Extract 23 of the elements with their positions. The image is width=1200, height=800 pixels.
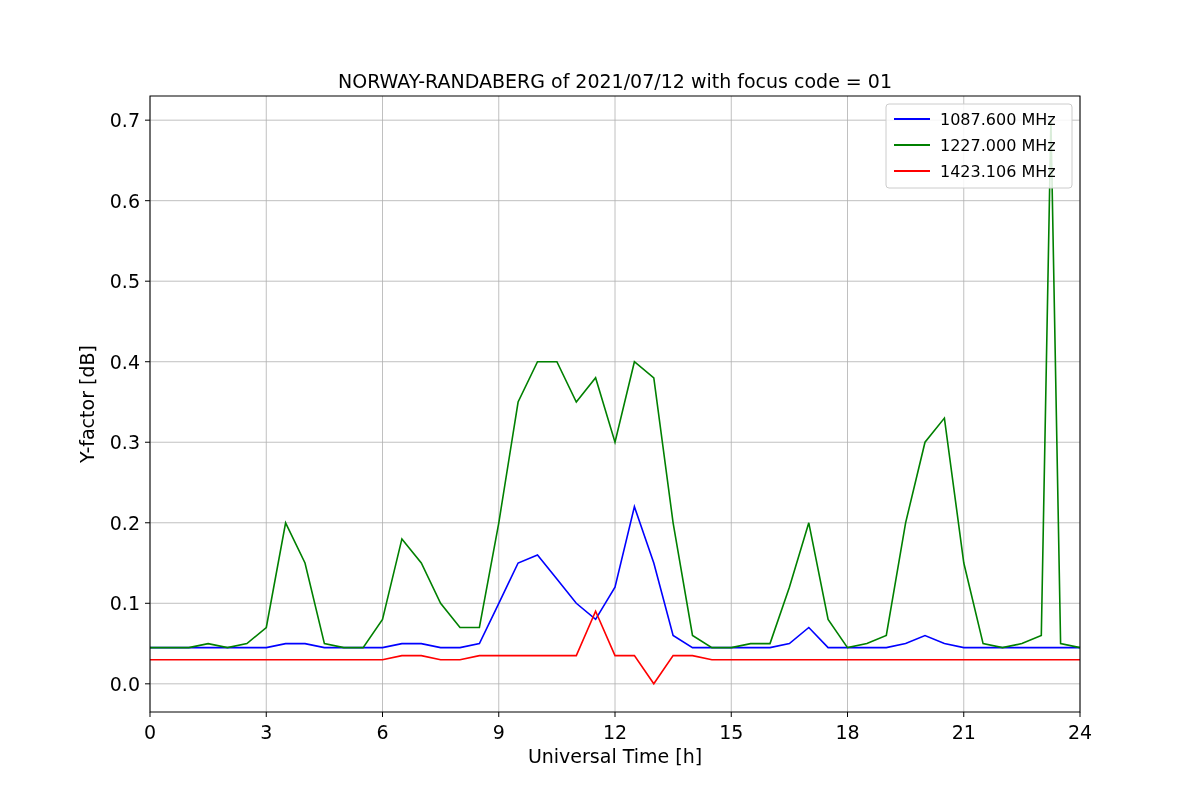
y-axis-label: Y-factor [dB] [76, 345, 98, 463]
x-tick-label: 15 [719, 721, 744, 743]
x-tick-label: 18 [835, 721, 860, 743]
x-tick-label: 24 [1067, 721, 1093, 743]
x-tick-label: 12 [602, 721, 628, 743]
legend-label: 1087.600 MHz [940, 110, 1056, 129]
x-tick-label: 9 [492, 721, 505, 743]
x-tick-label: 3 [260, 721, 273, 743]
x-axis-label: Universal Time [h] [527, 745, 703, 767]
x-tick-label: 6 [376, 721, 389, 743]
chart-title: NORWAY-RANDABERG of 2021/07/12 with focus code = 01 [338, 70, 892, 92]
y-tick-label: 0.0 [109, 672, 140, 695]
y-tick-label: 0.1 [109, 592, 140, 615]
y-tick-label: 0.4 [109, 350, 140, 373]
y-tick-label: 0.6 [109, 189, 140, 212]
x-tick-label: 21 [951, 721, 976, 743]
y-tick-label: 0.3 [109, 431, 140, 454]
x-tick-label: 0 [143, 721, 157, 743]
y-tick-label: 0.5 [109, 270, 140, 293]
legend-label: 1227.000 MHz [940, 136, 1056, 155]
y-tick-label: 0.7 [109, 109, 140, 132]
legend-label: 1423.106 MHz [940, 162, 1056, 181]
y-tick-label: 0.2 [109, 511, 140, 534]
